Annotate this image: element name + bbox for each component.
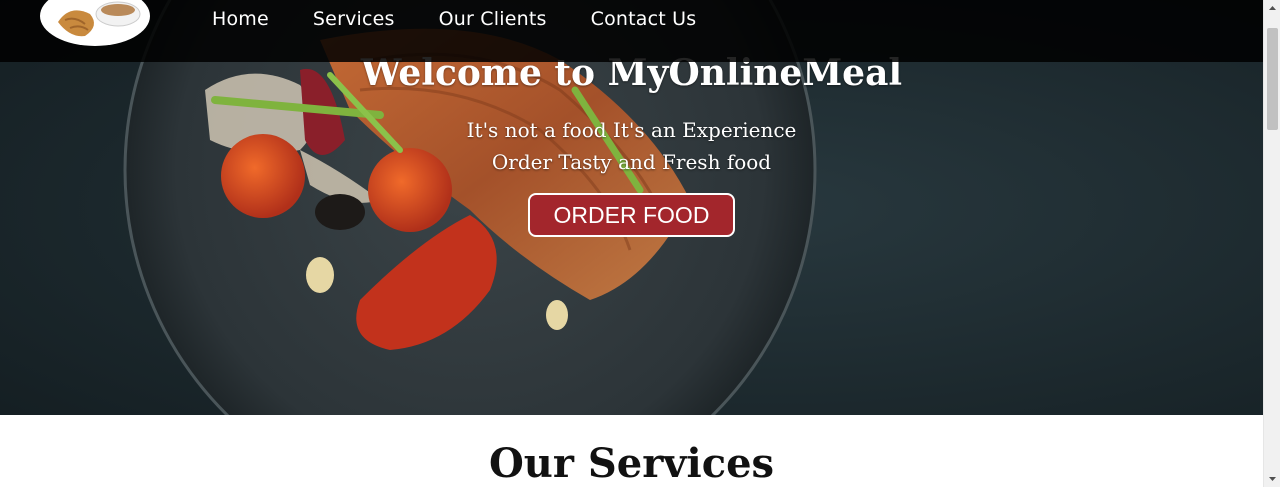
scroll-up-arrow-icon[interactable]: [1264, 0, 1280, 17]
order-food-button[interactable]: ORDER FOOD: [528, 193, 735, 237]
services-heading: Our Services: [488, 440, 775, 487]
nav-home[interactable]: Home: [212, 5, 269, 33]
nav-links: Home Services Our Clients Contact Us: [212, 5, 740, 33]
scrollbar-thumb[interactable]: [1267, 28, 1278, 130]
top-navbar: Home Services Our Clients Contact Us: [0, 0, 1263, 62]
page-scrollbar[interactable]: [1263, 0, 1280, 487]
hero-section: Welcome to MyOnlineMeal It's not a food …: [0, 0, 1263, 415]
nav-our-clients[interactable]: Our Clients: [439, 5, 547, 33]
scroll-down-arrow-icon[interactable]: [1264, 470, 1280, 487]
nav-services[interactable]: Services: [313, 5, 395, 33]
hero-tagline: It's not a food It's an Experience: [466, 118, 797, 142]
hero-subtagline: Order Tasty and Fresh food: [491, 150, 772, 174]
croissant-coffee-logo-icon[interactable]: [40, 0, 150, 46]
nav-contact-us[interactable]: Contact Us: [591, 5, 697, 33]
